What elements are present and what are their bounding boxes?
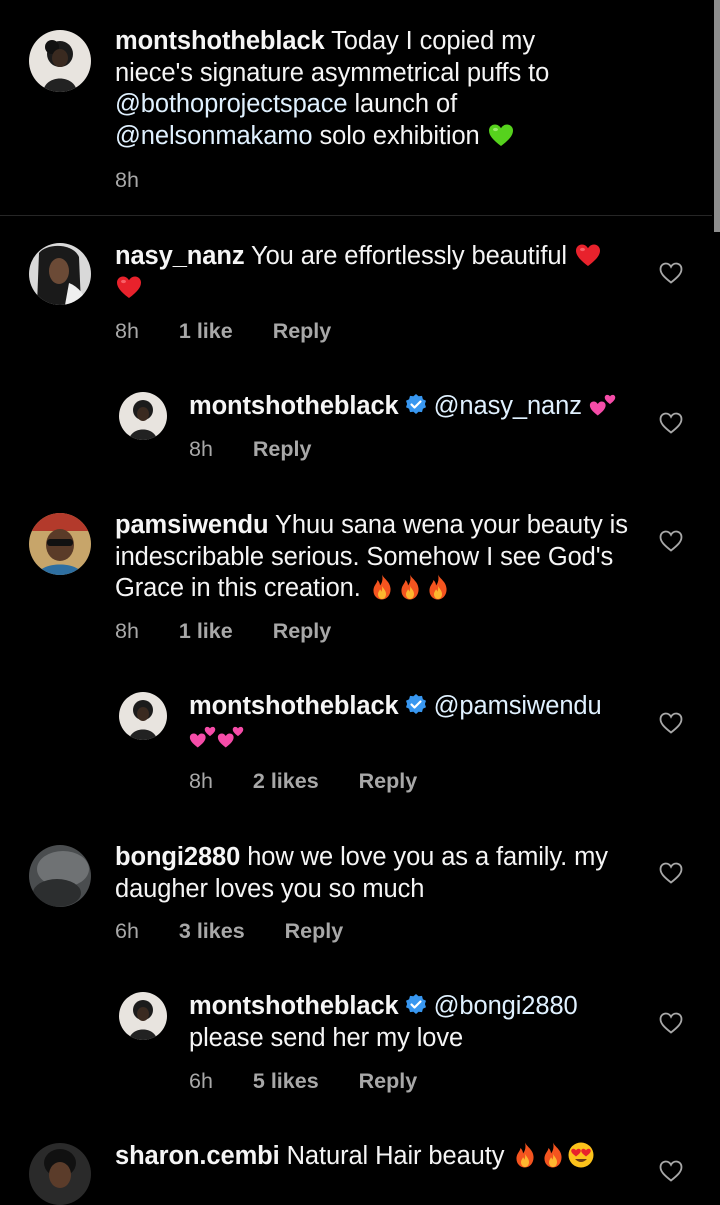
mention-link[interactable]: @nasy_nanz bbox=[434, 392, 582, 420]
scrollbar[interactable] bbox=[714, 0, 720, 232]
verified-badge-icon bbox=[404, 693, 428, 717]
avatar[interactable] bbox=[119, 692, 167, 740]
caption-block: montshotheblack Today I copied my niece'… bbox=[0, 0, 712, 216]
timestamp: 8h bbox=[115, 319, 139, 343]
comment-username[interactable]: pamsiwendu bbox=[115, 511, 269, 539]
reply-username[interactable]: montshotheblack bbox=[189, 992, 399, 1020]
avatar[interactable] bbox=[29, 30, 91, 92]
red-heart-emoji bbox=[574, 241, 602, 269]
like-heart-icon[interactable] bbox=[659, 1012, 683, 1034]
likes-count[interactable]: 1 like bbox=[179, 617, 233, 645]
like-heart-icon[interactable] bbox=[659, 712, 683, 734]
likes-count[interactable]: 2 likes bbox=[253, 767, 319, 795]
comment-username[interactable]: sharon.cembi bbox=[115, 1142, 280, 1170]
heart-eyes-emoji bbox=[567, 1141, 595, 1169]
like-heart-icon[interactable] bbox=[659, 412, 683, 434]
two-hearts-emoji bbox=[189, 723, 217, 751]
caption-body: solo exhibition bbox=[312, 121, 487, 150]
mention-link[interactable]: @bothoprojectspace bbox=[115, 90, 348, 118]
comment-text: pamsiwendu Yhuu sana wena your beauty is… bbox=[115, 510, 635, 605]
reply-button[interactable]: Reply bbox=[359, 767, 418, 795]
like-heart-icon[interactable] bbox=[659, 530, 683, 552]
comment-body: You are effortlessly beautiful bbox=[251, 242, 574, 270]
reply-button[interactable]: Reply bbox=[273, 617, 332, 645]
reply-username[interactable]: montshotheblack bbox=[189, 692, 399, 720]
caption-body: launch of bbox=[347, 90, 458, 118]
comment-body: Natural Hair beauty bbox=[286, 1142, 512, 1170]
reply-body: please send her my love bbox=[189, 1023, 464, 1052]
green-heart-emoji bbox=[487, 121, 515, 149]
fire-emoji bbox=[368, 573, 396, 601]
reply-meta: 8h Reply bbox=[189, 435, 311, 463]
avatar[interactable] bbox=[29, 1143, 91, 1205]
reply-button[interactable]: Reply bbox=[359, 1067, 418, 1095]
avatar[interactable] bbox=[29, 513, 91, 575]
comment-text: nasy_nanz You are effortlessly beautiful bbox=[115, 241, 645, 304]
reply-text: montshotheblack @nasy_nanz bbox=[189, 391, 649, 423]
reply-text: montshotheblack @bongi2880 please send her… bbox=[189, 991, 629, 1054]
red-heart-emoji bbox=[115, 273, 143, 301]
comment-username[interactable]: bongi2880 bbox=[115, 843, 240, 871]
comment-text: bongi2880 how we love you as a family. m… bbox=[115, 842, 645, 905]
reply-button[interactable]: Reply bbox=[273, 317, 332, 345]
comment-meta: 6h 3 likes Reply bbox=[115, 917, 343, 945]
fire-emoji bbox=[511, 1141, 539, 1169]
avatar[interactable] bbox=[119, 992, 167, 1040]
caption-username[interactable]: montshotheblack bbox=[115, 27, 325, 55]
caption-meta: 8h bbox=[115, 166, 139, 194]
likes-count[interactable]: 5 likes bbox=[253, 1067, 319, 1095]
timestamp: 6h bbox=[189, 1069, 213, 1093]
timestamp: 6h bbox=[115, 919, 139, 943]
like-heart-icon[interactable] bbox=[659, 1160, 683, 1182]
avatar[interactable] bbox=[119, 392, 167, 440]
reply-button[interactable]: Reply bbox=[253, 435, 312, 463]
comment-meta: 8h 1 like Reply bbox=[115, 617, 331, 645]
timestamp: 8h bbox=[189, 437, 213, 461]
likes-count[interactable]: 1 like bbox=[179, 317, 233, 345]
timestamp: 8h bbox=[115, 619, 139, 643]
comment-meta: 8h 1 like Reply bbox=[115, 317, 331, 345]
fire-emoji bbox=[396, 573, 424, 601]
avatar[interactable] bbox=[29, 243, 91, 305]
reply-text: montshotheblack @pamsiwendu bbox=[189, 691, 629, 754]
reply-meta: 8h 2 likes Reply bbox=[189, 767, 417, 795]
like-heart-icon[interactable] bbox=[659, 862, 683, 884]
timestamp: 8h bbox=[115, 168, 139, 192]
two-hearts-emoji bbox=[589, 391, 617, 419]
verified-badge-icon bbox=[404, 993, 428, 1017]
reply-username[interactable]: montshotheblack bbox=[189, 392, 399, 420]
like-heart-icon[interactable] bbox=[659, 262, 683, 284]
timestamp: 8h bbox=[189, 769, 213, 793]
two-hearts-emoji bbox=[217, 723, 245, 751]
fire-emoji bbox=[539, 1141, 567, 1169]
comment-username[interactable]: nasy_nanz bbox=[115, 242, 245, 270]
verified-badge-icon bbox=[404, 393, 428, 417]
reply-meta: 6h 5 likes Reply bbox=[189, 1067, 417, 1095]
mention-link[interactable]: @bongi2880 bbox=[434, 992, 578, 1020]
likes-count[interactable]: 3 likes bbox=[179, 917, 245, 945]
mention-link[interactable]: @nelsonmakamo bbox=[115, 122, 313, 150]
fire-emoji bbox=[424, 573, 452, 601]
avatar[interactable] bbox=[29, 845, 91, 907]
mention-link[interactable]: @pamsiwendu bbox=[434, 692, 602, 720]
caption-text: montshotheblack Today I copied my niece'… bbox=[115, 26, 555, 152]
reply-button[interactable]: Reply bbox=[285, 917, 344, 945]
